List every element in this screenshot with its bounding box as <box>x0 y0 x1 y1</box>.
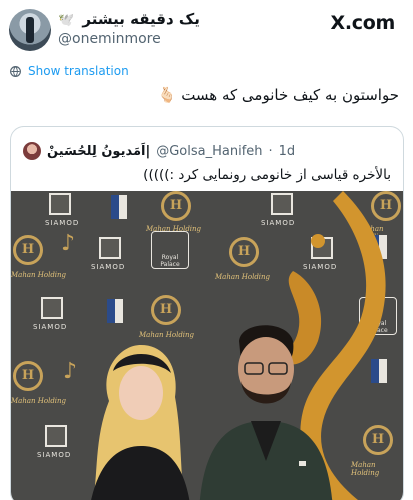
dove-icon: 🕊️ <box>58 13 75 28</box>
siamod-label: SIAMOD <box>37 451 72 459</box>
display-name[interactable]: یک دقیقه بیشتر 🕊️ <box>58 10 200 28</box>
siamod-label: SIAMOD <box>91 263 126 271</box>
mahan-logo-icon: H <box>151 295 181 325</box>
flag-icon <box>111 195 127 219</box>
music-note-icon: ♪ <box>63 359 78 384</box>
hand-emoji: 🫰🏻 <box>157 86 177 104</box>
mahan-label: Mahan Holding <box>11 397 67 405</box>
music-note-icon: ♪ <box>61 231 76 256</box>
siamod-label: SIAMOD <box>45 219 80 227</box>
avatar[interactable] <box>9 9 51 51</box>
x-logo[interactable]: X.com <box>331 12 396 34</box>
show-translation-label: Show translation <box>28 64 129 78</box>
woman-figure <box>91 345 190 500</box>
quoted-text: بالأخره قیاسی از خانومی رونمایی کرد :)))… <box>143 167 391 183</box>
tweet-text-body: حواستون به کیف خانومی که هست <box>181 86 399 104</box>
tweet-header: یک دقیقه بیشتر 🕊️ @oneminmore X.com <box>0 0 413 60</box>
mahan-logo-icon: H <box>13 361 43 391</box>
siamod-logo-icon <box>99 237 121 259</box>
man-figure <box>199 325 333 500</box>
display-name-text: یک دقیقه بیشتر <box>82 10 200 28</box>
mahan-label: Mahan Holding <box>11 271 67 279</box>
translate-icon <box>10 65 21 77</box>
siamod-label: SIAMOD <box>33 323 68 331</box>
royal-palace-logo: Royal Palace <box>151 231 189 269</box>
siamod-logo-icon <box>41 297 63 319</box>
tweet-text: حواستون به کیف خانومی که هست 🫰🏻 <box>158 86 399 104</box>
mahan-logo-icon: H <box>13 235 43 265</box>
quoted-photo[interactable]: SIAMOD H Mahan Holding SIAMOD H Mahan Ho… <box>11 191 403 500</box>
quoted-separator: · <box>268 143 273 159</box>
quoted-display-name[interactable]: اَمَدیونُ لِلحُسَینْ| <box>47 144 150 159</box>
quoted-tweet[interactable]: اَمَدیونُ لِلحُسَینْ| @Golsa_Hanifeh · 1… <box>10 126 404 500</box>
mahan-logo-icon: H <box>229 237 259 267</box>
quoted-handle[interactable]: @Golsa_Hanifeh <box>156 144 262 159</box>
quoted-age[interactable]: 1d <box>279 144 296 159</box>
mahan-logo-icon: H <box>161 191 191 221</box>
siamod-logo-icon <box>45 425 67 447</box>
siamod-logo-icon <box>49 193 71 215</box>
quoted-avatar[interactable] <box>23 142 41 160</box>
user-handle[interactable]: @oneminmore <box>58 31 161 47</box>
flag-icon <box>107 299 123 323</box>
mahan-label: Mahan Holding <box>215 273 271 281</box>
quoted-header: اَمَدیونُ لِلحُسَینْ| @Golsa_Hanifeh · 1… <box>23 141 295 161</box>
show-translation-link[interactable]: Show translation <box>9 64 129 78</box>
